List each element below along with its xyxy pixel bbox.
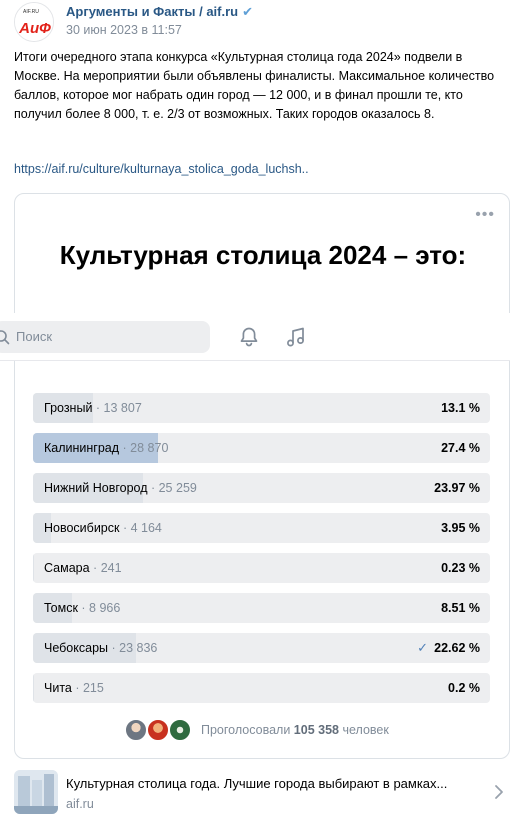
aif-logo-icon: AIF.RU АиФ bbox=[15, 3, 53, 41]
poll-options: Грозный · 13 807 13.1 % Калининград · 28 8… bbox=[33, 393, 490, 713]
poll-option-count: 25 259 bbox=[158, 481, 197, 495]
search-icon bbox=[0, 330, 10, 345]
poll-option-name: Самара bbox=[44, 561, 90, 575]
community-avatar[interactable]: AIF.RU АиФ bbox=[14, 2, 54, 42]
search-input[interactable]: Поиск bbox=[0, 321, 210, 353]
poll-option-percent: 0.2 % bbox=[448, 681, 480, 695]
poll-option[interactable]: Самара · 241 0.23 % bbox=[33, 553, 490, 583]
poll-option-name: Нижний Новгород bbox=[44, 481, 148, 495]
voters-prefix: Проголосовали bbox=[201, 723, 291, 737]
poll-option[interactable]: Нижний Новгород · 25 259 23.97 % bbox=[33, 473, 490, 503]
poll-option-name: Томск bbox=[44, 601, 78, 615]
top-navigation-bar: Поиск bbox=[0, 313, 510, 361]
poll-option-label: Грозный · 13 807 bbox=[44, 401, 142, 415]
poll-option-percent: 0.23 % bbox=[441, 561, 480, 575]
poll-option-label: Калининград · 28 870 bbox=[44, 441, 168, 455]
poll-option-count: 241 bbox=[100, 561, 122, 575]
poll-option-count: 215 bbox=[82, 681, 104, 695]
music-icon[interactable] bbox=[284, 325, 308, 349]
poll-option-count: 23 836 bbox=[119, 641, 158, 655]
poll-option-label: Чита · 215 bbox=[44, 681, 104, 695]
poll-option-percent: 27.4 % bbox=[441, 441, 480, 455]
voters-suffix: человек bbox=[342, 723, 389, 737]
poll-option-separator: · bbox=[89, 561, 101, 575]
poll-option-percent: 8.51 % bbox=[441, 601, 480, 615]
poll-option[interactable]: Калининград · 28 870 27.4 % bbox=[33, 433, 490, 463]
more-options-icon[interactable]: ••• bbox=[475, 206, 495, 224]
poll-option-separator: · bbox=[71, 681, 83, 695]
voters-summary: Проголосовали 105 358 человек bbox=[201, 723, 389, 737]
poll-option-name: Чита bbox=[44, 681, 72, 695]
voter-avatar bbox=[168, 718, 192, 742]
poll-option-label: Чебоксары · 23 836 bbox=[44, 641, 157, 655]
poll-option[interactable]: Новосибирск · 4 164 3.95 % bbox=[33, 513, 490, 543]
voter-avatar bbox=[146, 718, 170, 742]
poll-option[interactable]: Томск · 8 966 8.51 % bbox=[33, 593, 490, 623]
poll-option-name: Калининград bbox=[44, 441, 120, 455]
poll-option-count: 4 164 bbox=[130, 521, 162, 535]
link-domain: aif.ru bbox=[66, 797, 94, 811]
chevron-right-icon[interactable] bbox=[494, 784, 504, 800]
link-thumbnail-image bbox=[14, 770, 58, 814]
link-thumbnail bbox=[14, 770, 58, 814]
avatar-logo-text: АиФ bbox=[18, 20, 51, 37]
poll-option-label: Томск · 8 966 bbox=[44, 601, 120, 615]
attached-link[interactable]: Культурная столица года. Лучшие города в… bbox=[14, 770, 510, 818]
poll-option-count: 13 807 bbox=[103, 401, 142, 415]
bell-icon[interactable] bbox=[237, 325, 261, 349]
link-title[interactable]: Культурная столица года. Лучшие города в… bbox=[66, 776, 490, 791]
poll-option-separator: · bbox=[119, 521, 131, 535]
post-date[interactable]: 30 июн 2023 в 11:57 bbox=[66, 23, 182, 37]
search-placeholder: Поиск bbox=[16, 329, 53, 344]
poll-option-fill bbox=[33, 553, 35, 583]
poll-option-percent: 3.95 % bbox=[441, 521, 480, 535]
poll-option-name: Грозный bbox=[44, 401, 93, 415]
poll-title: Культурная столица 2024 – это: bbox=[59, 240, 467, 270]
poll-option[interactable]: Чебоксары · 23 836 ✓ 22.62 % bbox=[33, 633, 490, 663]
poll-option-separator: · bbox=[92, 401, 104, 415]
poll-option[interactable]: Чита · 215 0.2 % bbox=[33, 673, 490, 703]
poll-option-separator: · bbox=[108, 641, 120, 655]
poll-option-percent: 22.62 % bbox=[434, 641, 480, 655]
poll-option-name: Чебоксары bbox=[44, 641, 109, 655]
poll-option-percent: 13.1 % bbox=[441, 401, 480, 415]
poll-option-fill bbox=[33, 673, 34, 703]
verified-check-icon: ✔ bbox=[242, 4, 254, 19]
poll-option-count: 8 966 bbox=[89, 601, 121, 615]
voter-avatar bbox=[124, 718, 148, 742]
poll-option-count: 28 870 bbox=[130, 441, 169, 455]
checkmark-icon: ✓ bbox=[417, 640, 428, 655]
post-author[interactable]: Аргументы и Факты / aif.ru ✔ bbox=[66, 4, 253, 20]
poll-option-name: Новосибирск bbox=[44, 521, 120, 535]
poll-option-label: Нижний Новгород · 25 259 bbox=[44, 481, 197, 495]
poll-option-label: Самара · 241 bbox=[44, 561, 122, 575]
poll-option-label: Новосибирск · 4 164 bbox=[44, 521, 162, 535]
poll-voters[interactable]: Проголосовали 105 358 человек bbox=[124, 718, 504, 742]
poll-option-percent: 23.97 % bbox=[434, 481, 480, 495]
poll-option-separator: · bbox=[119, 441, 131, 455]
poll-option-separator: · bbox=[77, 601, 90, 615]
post-header: AIF.RU АиФ Аргументы и Факты / aif.ru ✔ 3… bbox=[14, 2, 504, 42]
post-text: Итоги очередного этапа конкурса «Культур… bbox=[14, 50, 495, 121]
poll-option-separator: · bbox=[147, 481, 159, 495]
avatar-small-text: AIF.RU bbox=[23, 9, 39, 15]
voters-total: 105 358 bbox=[293, 723, 339, 737]
post-author-name[interactable]: Аргументы и Факты / aif.ru bbox=[66, 4, 238, 19]
post-link[interactable]: https://aif.ru/culture/kulturnaya_stolic… bbox=[14, 162, 309, 176]
poll-option[interactable]: Грозный · 13 807 13.1 % bbox=[33, 393, 490, 423]
